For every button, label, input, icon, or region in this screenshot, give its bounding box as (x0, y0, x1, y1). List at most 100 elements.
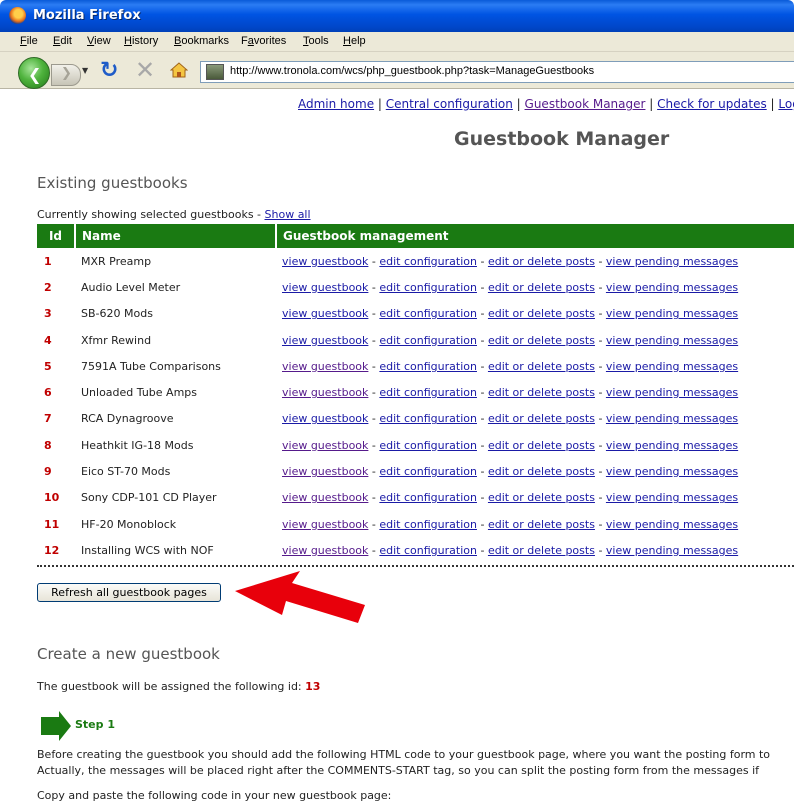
menu-file[interactable]: File (20, 35, 38, 47)
address-bar[interactable]: http://www.tronola.com/wcs/php_guestbook… (200, 61, 794, 83)
show-all-link[interactable]: Show all (265, 208, 311, 221)
action-separator: - (476, 359, 488, 373)
header-id: Id (37, 224, 75, 248)
view-pending-messages-link[interactable]: view pending messages (606, 412, 738, 425)
view-pending-messages-link[interactable]: view pending messages (606, 544, 738, 557)
table-row: 10 Sony CDP-101 CD Player view guestbook -… (37, 485, 794, 511)
copy-paste-instruction: Copy and paste the following code in you… (37, 789, 392, 801)
view-pending-messages-link[interactable]: view pending messages (606, 255, 738, 268)
view-pending-messages-link[interactable]: view pending messages (606, 518, 738, 531)
menu-view[interactable]: View (87, 35, 111, 47)
reload-icon[interactable]: ↻ (100, 60, 118, 82)
menu-favorites[interactable]: Favorites (241, 35, 286, 47)
row-name: Heathkit IG-18 Mods (81, 438, 194, 452)
admin-home-link[interactable]: Admin home (298, 97, 374, 111)
action-separator: - (368, 517, 380, 531)
view-guestbook-link[interactable]: view guestbook (282, 439, 368, 452)
home-icon[interactable] (170, 62, 188, 78)
back-button[interactable]: ❮ (18, 57, 50, 89)
action-separator: - (594, 517, 606, 531)
view-guestbook-link[interactable]: view guestbook (282, 518, 368, 531)
page-content: Admin home | Central configuration | Gue… (0, 89, 794, 801)
edit-configuration-link[interactable]: edit configuration (379, 439, 477, 452)
menu-bookmarks[interactable]: Bookmarks (174, 35, 229, 47)
guestbook-manager-link[interactable]: Guestbook Manager (525, 97, 646, 111)
edit-delete-posts-link[interactable]: edit or delete posts (488, 518, 595, 531)
action-separator: - (368, 307, 380, 321)
header-name: Name (74, 224, 276, 248)
edit-configuration-link[interactable]: edit configuration (379, 255, 477, 268)
refresh-all-guestbook-pages-button[interactable]: Refresh all guestbook pages (37, 583, 221, 602)
edit-configuration-link[interactable]: edit configuration (379, 386, 477, 399)
table-header-row: Id Name Guestbook management (37, 224, 794, 248)
table-row: 3 SB-620 Mods view guestbook - edit config… (37, 301, 794, 327)
view-guestbook-link[interactable]: view guestbook (282, 360, 368, 373)
edit-configuration-link[interactable]: edit configuration (379, 360, 477, 373)
edit-delete-posts-link[interactable]: edit or delete posts (488, 334, 595, 347)
view-guestbook-link[interactable]: view guestbook (282, 334, 368, 347)
action-separator: - (594, 307, 606, 321)
admin-nav-links: Admin home | Central configuration | Gue… (298, 97, 794, 111)
edit-delete-posts-link[interactable]: edit or delete posts (488, 255, 595, 268)
firefox-icon (9, 7, 26, 24)
edit-configuration-link[interactable]: edit configuration (379, 465, 477, 478)
menu-help[interactable]: Help (343, 35, 366, 47)
view-guestbook-link[interactable]: view guestbook (282, 491, 368, 504)
edit-configuration-link[interactable]: edit configuration (379, 334, 477, 347)
check-updates-link[interactable]: Check for updates (657, 97, 767, 111)
menu-edit[interactable]: Edit (53, 35, 72, 47)
step-arrow-icon (41, 711, 71, 741)
window-title: Mozilla Firefox (33, 8, 141, 23)
view-guestbook-link[interactable]: view guestbook (282, 465, 368, 478)
instructions-line-2: Actually, the messages will be placed ri… (37, 764, 760, 777)
view-guestbook-link[interactable]: view guestbook (282, 281, 368, 294)
view-pending-messages-link[interactable]: view pending messages (606, 360, 738, 373)
edit-delete-posts-link[interactable]: edit or delete posts (488, 465, 595, 478)
view-pending-messages-link[interactable]: view pending messages (606, 465, 738, 478)
edit-delete-posts-link[interactable]: edit or delete posts (488, 281, 595, 294)
view-guestbook-link[interactable]: view guestbook (282, 307, 368, 320)
nav-separator: | (374, 97, 386, 111)
stop-icon[interactable]: ✕ (135, 58, 155, 82)
view-guestbook-link[interactable]: view guestbook (282, 412, 368, 425)
view-guestbook-link[interactable]: view guestbook (282, 544, 368, 557)
row-name: Eico ST-70 Mods (81, 465, 171, 479)
row-actions: view guestbook - edit configuration - ed… (276, 485, 794, 511)
edit-delete-posts-link[interactable]: edit or delete posts (488, 439, 595, 452)
view-guestbook-link[interactable]: view guestbook (282, 255, 368, 268)
edit-delete-posts-link[interactable]: edit or delete posts (488, 491, 595, 504)
edit-delete-posts-link[interactable]: edit or delete posts (488, 412, 595, 425)
edit-delete-posts-link[interactable]: edit or delete posts (488, 360, 595, 373)
view-pending-messages-link[interactable]: view pending messages (606, 386, 738, 399)
url-text[interactable]: http://www.tronola.com/wcs/php_guestbook… (230, 65, 594, 77)
view-pending-messages-link[interactable]: view pending messages (606, 334, 738, 347)
view-guestbook-link[interactable]: view guestbook (282, 386, 368, 399)
menu-history[interactable]: History (124, 35, 158, 47)
back-arrow-icon: ❮ (28, 65, 42, 84)
view-pending-messages-link[interactable]: view pending messages (606, 307, 738, 320)
forward-button[interactable]: ❯ (51, 64, 81, 86)
central-configuration-link[interactable]: Central configuration (386, 97, 513, 111)
edit-configuration-link[interactable]: edit configuration (379, 518, 477, 531)
row-id: 3 (44, 307, 52, 321)
action-separator: - (476, 254, 488, 268)
history-dropdown-icon[interactable]: ▼ (82, 66, 88, 75)
action-separator: - (368, 491, 380, 505)
row-id: 2 (44, 280, 52, 294)
title-bar: Mozilla Firefox (0, 0, 794, 32)
edit-delete-posts-link[interactable]: edit or delete posts (488, 386, 595, 399)
edit-configuration-link[interactable]: edit configuration (379, 491, 477, 504)
row-name: HF-20 Monoblock (81, 517, 177, 531)
view-pending-messages-link[interactable]: view pending messages (606, 491, 738, 504)
edit-configuration-link[interactable]: edit configuration (379, 412, 477, 425)
edit-delete-posts-link[interactable]: edit or delete posts (488, 544, 595, 557)
menu-tools[interactable]: Tools (303, 35, 329, 47)
edit-configuration-link[interactable]: edit configuration (379, 281, 477, 294)
view-pending-messages-link[interactable]: view pending messages (606, 281, 738, 294)
edit-configuration-link[interactable]: edit configuration (379, 307, 477, 320)
edit-delete-posts-link[interactable]: edit or delete posts (488, 307, 595, 320)
logout-link[interactable]: Logout (778, 97, 794, 111)
edit-configuration-link[interactable]: edit configuration (379, 544, 477, 557)
nav-separator: | (645, 97, 658, 111)
view-pending-messages-link[interactable]: view pending messages (606, 439, 738, 452)
